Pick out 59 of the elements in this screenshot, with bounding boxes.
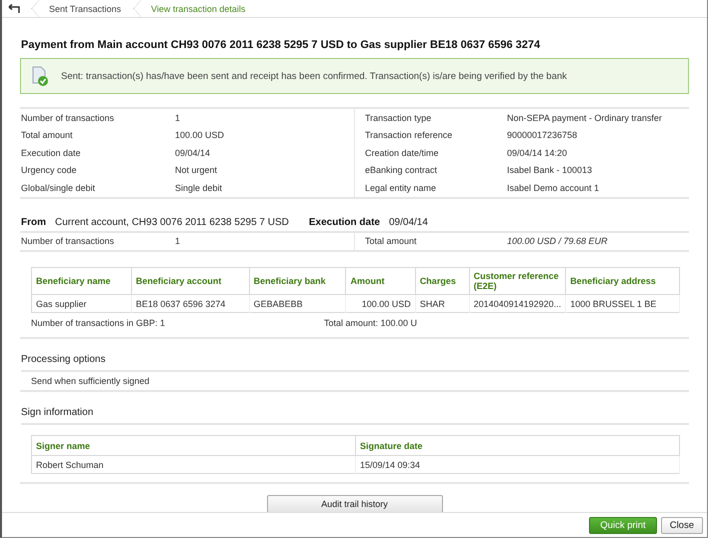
column-header: Signature date — [356, 436, 680, 456]
column-header: Charges — [415, 268, 470, 294]
field-value: 100.00 USD / 79.68 EUR — [507, 236, 608, 246]
field-label: Transaction reference — [364, 130, 454, 140]
field-label: Legal entity name — [364, 182, 438, 193]
field-value: Non-SEPA payment - Ordinary transfer — [507, 112, 662, 123]
column-header: Beneficiary bank — [249, 268, 346, 294]
column-header: Beneficiary name — [32, 268, 132, 294]
field-value: 90000017236758 — [507, 130, 578, 140]
column-header: Amount — [346, 268, 416, 294]
field-label: Execution date — [20, 148, 82, 158]
page-title: Payment from Main account CH93 0076 2011 6238 5295 7 USD to Gas supplier BE18 0637 6596 3274 — [21, 39, 542, 51]
total-amount: Total amount: 100.00 U — [324, 318, 418, 328]
field-label: Transaction type — [364, 112, 432, 123]
field-value: Isabel Demo account 1 — [507, 182, 600, 193]
column-header: Signer name — [32, 436, 356, 456]
table-cell: GEBABEBB — [249, 294, 346, 312]
table-cell: 100.00 USD — [346, 294, 416, 312]
field-label: Number of transactions — [20, 236, 116, 246]
table-cell: 2014040914192920... — [469, 294, 566, 312]
table-cell: SHAR — [415, 294, 470, 312]
field-label: Number of transactions — [20, 112, 116, 123]
field-label: Global/single debit — [20, 182, 96, 193]
column-header: Beneficiary account — [131, 268, 250, 294]
table-cell: 15/09/14 09:34 — [356, 456, 680, 474]
field-value: 100.00 USD — [175, 130, 224, 140]
status-message: Sent: transaction(s) has/have been sent and receipt has been confirmed. Transaction(s) is/are being verified by the bank — [61, 70, 567, 82]
close-button[interactable]: Close — [660, 516, 703, 534]
field-value: 1 — [175, 236, 180, 246]
from-label: From — [21, 216, 46, 228]
breadcrumb-link[interactable]: View transaction details — [151, 4, 246, 14]
table-cell: BE18 0637 6596 3274 — [131, 294, 250, 312]
field-label: Urgency code — [20, 165, 78, 176]
field-value: 09/04/14 — [175, 148, 210, 158]
field-label: Total amount — [20, 130, 74, 140]
processing-option: Send when sufficiently signed — [31, 376, 150, 386]
execution-date-value: 09/04/14 — [389, 216, 428, 228]
column-header: Customer reference (E2E) — [469, 268, 566, 294]
field-value: 09/04/14 14:20 — [507, 148, 568, 158]
back-arrow-icon — [8, 4, 22, 14]
field-value: 1 — [175, 112, 180, 123]
column-header: Beneficiary address — [566, 268, 680, 294]
table-cell: 1000 BRUSSEL 1 BE — [566, 294, 680, 312]
section-heading: Processing options — [21, 354, 689, 372]
table-cell: Gas supplier — [32, 294, 132, 312]
field-label: eBanking contract — [364, 165, 438, 176]
field-value: Single debit — [175, 182, 222, 193]
execution-date-label: Execution date — [308, 216, 380, 228]
field-label: Creation date/time — [364, 148, 440, 158]
field-value: Isabel Bank - 100013 — [507, 165, 592, 176]
audit-trail-button[interactable]: Audit trail history — [266, 495, 442, 512]
section-heading: Sign information — [21, 407, 689, 425]
field-label: Total amount — [364, 236, 418, 246]
document-check-icon — [31, 66, 49, 86]
field-value: Not urgent — [175, 165, 218, 176]
transaction-count: Number of transactions in GBP: 1 — [31, 318, 166, 328]
table-cell: Robert Schuman — [32, 456, 356, 474]
account-value: Current account, CH93 0076 2011 6238 5295 7 USD — [55, 216, 289, 228]
breadcrumb-link[interactable]: Sent Transactions — [49, 4, 122, 14]
